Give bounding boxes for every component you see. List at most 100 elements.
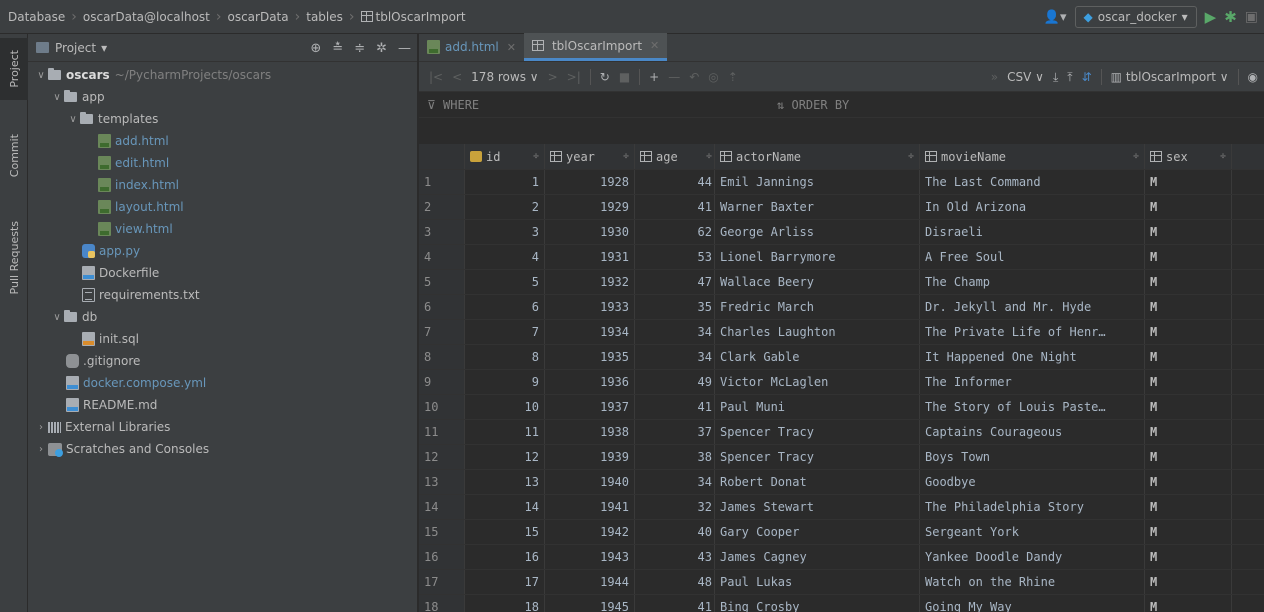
chevron-right-icon[interactable]: › bbox=[34, 422, 48, 433]
cell-age[interactable]: 47 bbox=[635, 270, 715, 294]
cell-moviename[interactable]: Watch on the Rhine bbox=[920, 570, 1145, 594]
cell-id[interactable]: 14 bbox=[465, 495, 545, 519]
cell-year[interactable]: 1936 bbox=[545, 370, 635, 394]
export-format-select[interactable]: CSV ∨ bbox=[1007, 70, 1044, 84]
cell-year[interactable]: 1930 bbox=[545, 220, 635, 244]
sort-toggle-icon[interactable]: ÷ bbox=[623, 151, 629, 162]
cell-moviename[interactable]: It Happened One Night bbox=[920, 345, 1145, 369]
cell-id[interactable]: 11 bbox=[465, 420, 545, 444]
commit-tool-button[interactable]: Commit bbox=[0, 120, 28, 192]
cell-sex[interactable]: M bbox=[1145, 570, 1232, 594]
cell-moviename[interactable]: Boys Town bbox=[920, 445, 1145, 469]
column-header-age[interactable]: age ÷ bbox=[635, 144, 715, 169]
cell-actorname[interactable]: George Arliss bbox=[715, 220, 920, 244]
run-configuration-select[interactable]: ◆ oscar_docker ▾ bbox=[1074, 6, 1197, 28]
cell-age[interactable]: 40 bbox=[635, 520, 715, 544]
cell-moviename[interactable]: Going My Way bbox=[920, 595, 1145, 612]
cell-sex[interactable]: M bbox=[1145, 420, 1232, 444]
cell-age[interactable]: 34 bbox=[635, 470, 715, 494]
cell-year[interactable]: 1943 bbox=[545, 545, 635, 569]
cell-moviename[interactable]: The Private Life of Henr… bbox=[920, 320, 1145, 344]
cell-sex[interactable]: M bbox=[1145, 170, 1232, 194]
cell-sex[interactable]: M bbox=[1145, 470, 1232, 494]
tree-item-app[interactable]: ∨ app bbox=[28, 86, 417, 108]
cell-year[interactable]: 1928 bbox=[545, 170, 635, 194]
table-row[interactable]: 1 1 1928 44 Emil Jannings The Last Command M bbox=[419, 170, 1264, 195]
cell-year[interactable]: 1934 bbox=[545, 320, 635, 344]
cell-actorname[interactable]: Gary Cooper bbox=[715, 520, 920, 544]
cell-age[interactable]: 41 bbox=[635, 195, 715, 219]
more-icon[interactable]: » bbox=[991, 70, 998, 84]
tree-item-app-py[interactable]: app.py bbox=[28, 240, 417, 262]
cell-age[interactable]: 41 bbox=[635, 595, 715, 612]
cell-actorname[interactable]: Paul Muni bbox=[715, 395, 920, 419]
row-number[interactable]: 16 bbox=[419, 545, 465, 569]
breadcrumb-table[interactable]: tblOscarImport bbox=[360, 10, 466, 24]
chevron-down-icon[interactable]: ∨ bbox=[34, 70, 48, 81]
tree-item-readme[interactable]: README.md bbox=[28, 394, 417, 416]
close-icon[interactable]: ✕ bbox=[507, 41, 516, 54]
cell-id[interactable]: 15 bbox=[465, 520, 545, 544]
tree-item-requirements[interactable]: requirements.txt bbox=[28, 284, 417, 306]
cell-sex[interactable]: M bbox=[1145, 345, 1232, 369]
column-header-year[interactable]: year ÷ bbox=[545, 144, 635, 169]
compare-icon[interactable]: ⇵ bbox=[1082, 70, 1092, 84]
cell-actorname[interactable]: Bing Crosby bbox=[715, 595, 920, 612]
cell-moviename[interactable]: A Free Soul bbox=[920, 245, 1145, 269]
chevron-right-icon[interactable]: › bbox=[34, 444, 48, 455]
hide-panel-icon[interactable]: — bbox=[398, 41, 411, 56]
add-row-icon[interactable]: + bbox=[649, 70, 659, 84]
chevron-down-icon[interactable]: ∨ bbox=[50, 92, 64, 103]
sort-toggle-icon[interactable]: ÷ bbox=[706, 151, 712, 162]
cell-id[interactable]: 18 bbox=[465, 595, 545, 612]
cell-sex[interactable]: M bbox=[1145, 245, 1232, 269]
table-row[interactable]: 9 9 1936 49 Victor McLaglen The Informer M bbox=[419, 370, 1264, 395]
sort-toggle-icon[interactable]: ÷ bbox=[1133, 151, 1139, 162]
cell-actorname[interactable]: Emil Jannings bbox=[715, 170, 920, 194]
run-icon[interactable]: ▶ bbox=[1205, 8, 1217, 26]
view-icon[interactable]: ◉ bbox=[1248, 70, 1258, 84]
locate-icon[interactable]: ⊕ bbox=[310, 41, 321, 56]
cell-year[interactable]: 1935 bbox=[545, 345, 635, 369]
cell-year[interactable]: 1937 bbox=[545, 395, 635, 419]
cell-sex[interactable]: M bbox=[1145, 220, 1232, 244]
table-row[interactable]: 13 13 1940 34 Robert Donat Goodbye M bbox=[419, 470, 1264, 495]
tree-item-gitignore[interactable]: .gitignore bbox=[28, 350, 417, 372]
cell-actorname[interactable]: Paul Lukas bbox=[715, 570, 920, 594]
cell-sex[interactable]: M bbox=[1145, 370, 1232, 394]
cell-actorname[interactable]: Lionel Barrymore bbox=[715, 245, 920, 269]
cell-sex[interactable]: M bbox=[1145, 545, 1232, 569]
settings-gear-icon[interactable]: ✲ bbox=[376, 41, 387, 56]
chevron-down-icon[interactable]: ∨ bbox=[66, 114, 80, 125]
cell-actorname[interactable]: Spencer Tracy bbox=[715, 420, 920, 444]
row-number[interactable]: 10 bbox=[419, 395, 465, 419]
cell-age[interactable]: 48 bbox=[635, 570, 715, 594]
stop-icon[interactable]: ■ bbox=[619, 70, 630, 84]
cell-sex[interactable]: M bbox=[1145, 195, 1232, 219]
tree-item-init-sql[interactable]: init.sql bbox=[28, 328, 417, 350]
row-number[interactable]: 2 bbox=[419, 195, 465, 219]
preview-pending-icon[interactable]: ◎ bbox=[708, 70, 718, 84]
tree-item-layout-html[interactable]: layout.html bbox=[28, 196, 417, 218]
chevron-down-icon[interactable]: ∨ bbox=[50, 312, 64, 323]
cell-moviename[interactable]: Dr. Jekyll and Mr. Hyde bbox=[920, 295, 1145, 319]
cell-age[interactable]: 43 bbox=[635, 545, 715, 569]
cell-age[interactable]: 35 bbox=[635, 295, 715, 319]
cell-actorname[interactable]: Victor McLaglen bbox=[715, 370, 920, 394]
cell-year[interactable]: 1942 bbox=[545, 520, 635, 544]
table-row[interactable]: 18 18 1945 41 Bing Crosby Going My Way M bbox=[419, 595, 1264, 612]
cell-sex[interactable]: M bbox=[1145, 395, 1232, 419]
row-number[interactable]: 18 bbox=[419, 595, 465, 612]
cell-age[interactable]: 49 bbox=[635, 370, 715, 394]
tree-item-index-html[interactable]: index.html bbox=[28, 174, 417, 196]
cell-id[interactable]: 1 bbox=[465, 170, 545, 194]
cell-year[interactable]: 1939 bbox=[545, 445, 635, 469]
breadcrumb-datasource[interactable]: oscarData@localhost bbox=[83, 10, 210, 24]
upload-icon[interactable]: ⤒ bbox=[1067, 70, 1072, 85]
row-number[interactable]: 4 bbox=[419, 245, 465, 269]
tree-item-docker-compose[interactable]: docker.compose.yml bbox=[28, 372, 417, 394]
cell-sex[interactable]: M bbox=[1145, 495, 1232, 519]
cell-id[interactable]: 12 bbox=[465, 445, 545, 469]
table-row[interactable]: 16 16 1943 43 James Cagney Yankee Doodle Dand… bbox=[419, 545, 1264, 570]
next-page-icon[interactable]: > bbox=[548, 70, 558, 84]
